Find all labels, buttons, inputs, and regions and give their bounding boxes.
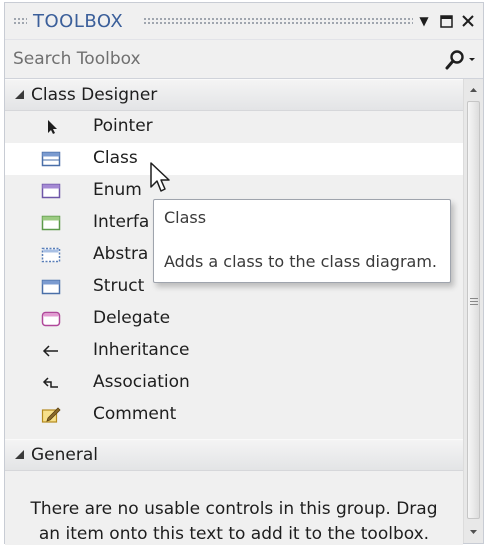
scrollbar-thumb[interactable] [467, 101, 480, 519]
toolbox-item-inheritance[interactable]: Inheritance [5, 335, 463, 367]
drag-grip-icon[interactable] [13, 17, 27, 25]
struct-icon [41, 279, 61, 295]
close-button[interactable] [459, 11, 477, 31]
item-label: Interfa [93, 212, 150, 232]
close-icon [462, 15, 474, 27]
thumb-grip-icon [470, 298, 478, 306]
empty-message-line: an item onto this text to add it to the … [38, 524, 430, 544]
class-icon [41, 151, 61, 167]
interface-icon [41, 215, 61, 231]
scroll-down-arrow-icon[interactable] [464, 523, 483, 541]
vertical-scrollbar[interactable] [463, 79, 483, 543]
tooltip-description: Adds a class to the class diagram. [164, 252, 438, 271]
item-label: Pointer [93, 116, 153, 136]
item-label: Association [93, 372, 190, 392]
title-bar[interactable]: TOOLBOX ▼ [5, 3, 483, 39]
group-header-class-designer[interactable]: Class Designer [5, 79, 463, 111]
drag-grip-icon[interactable] [143, 17, 413, 25]
delegate-icon [41, 311, 61, 327]
enum-icon [41, 183, 61, 199]
window-title: TOOLBOX [33, 11, 124, 32]
maximize-icon [439, 14, 453, 28]
mouse-cursor-icon [150, 162, 170, 192]
pointer-icon [48, 120, 57, 134]
abstract-class-icon [41, 247, 61, 263]
tooltip-title: Class [164, 208, 207, 227]
item-label: Class [93, 148, 138, 168]
scroll-up-arrow-icon[interactable] [464, 81, 483, 99]
toolbox-item-class[interactable]: Class [5, 143, 463, 175]
maximize-button[interactable] [437, 11, 455, 31]
expand-triangle-icon[interactable] [15, 450, 24, 459]
search-icon [445, 50, 475, 70]
toolbox-item-pointer[interactable]: Pointer [5, 111, 463, 143]
toolbox-window: TOOLBOX ▼ Search Toolbox Class Designer … [4, 2, 484, 547]
search-bar [5, 39, 483, 79]
group-header-general[interactable]: General [5, 439, 463, 471]
item-label: Struct [93, 276, 145, 296]
comment-icon [41, 407, 61, 423]
group-label: Class Designer [31, 85, 158, 105]
window-position-dropdown-button[interactable]: ▼ [415, 11, 433, 31]
item-label: Enum [93, 180, 142, 200]
toolbox-item-comment[interactable]: Comment [5, 399, 463, 431]
search-button[interactable] [443, 48, 479, 72]
group-label: General [31, 445, 98, 465]
tooltip: Class Adds a class to the class diagram. [153, 199, 451, 283]
item-label: Abstra [93, 244, 149, 264]
toolbox-list: Class Designer Pointer Class Enum Interf… [5, 79, 463, 545]
chevron-down-icon: ▼ [419, 14, 429, 28]
inheritance-icon [42, 345, 58, 357]
empty-message-line: There are no usable controls in this gro… [30, 499, 438, 519]
toolbox-item-delegate[interactable]: Delegate [5, 303, 463, 335]
app-root: TOOLBOX ▼ Search Toolbox Class Designer … [0, 0, 487, 547]
item-label: Comment [93, 404, 177, 424]
item-label: Delegate [93, 308, 171, 328]
search-input[interactable] [13, 46, 413, 72]
toolbox-item-association[interactable]: Association [5, 367, 463, 399]
association-icon [42, 377, 58, 388]
empty-group-message: There are no usable controls in this gro… [5, 497, 463, 547]
item-label: Inheritance [93, 340, 190, 360]
expand-triangle-icon[interactable] [15, 90, 24, 99]
